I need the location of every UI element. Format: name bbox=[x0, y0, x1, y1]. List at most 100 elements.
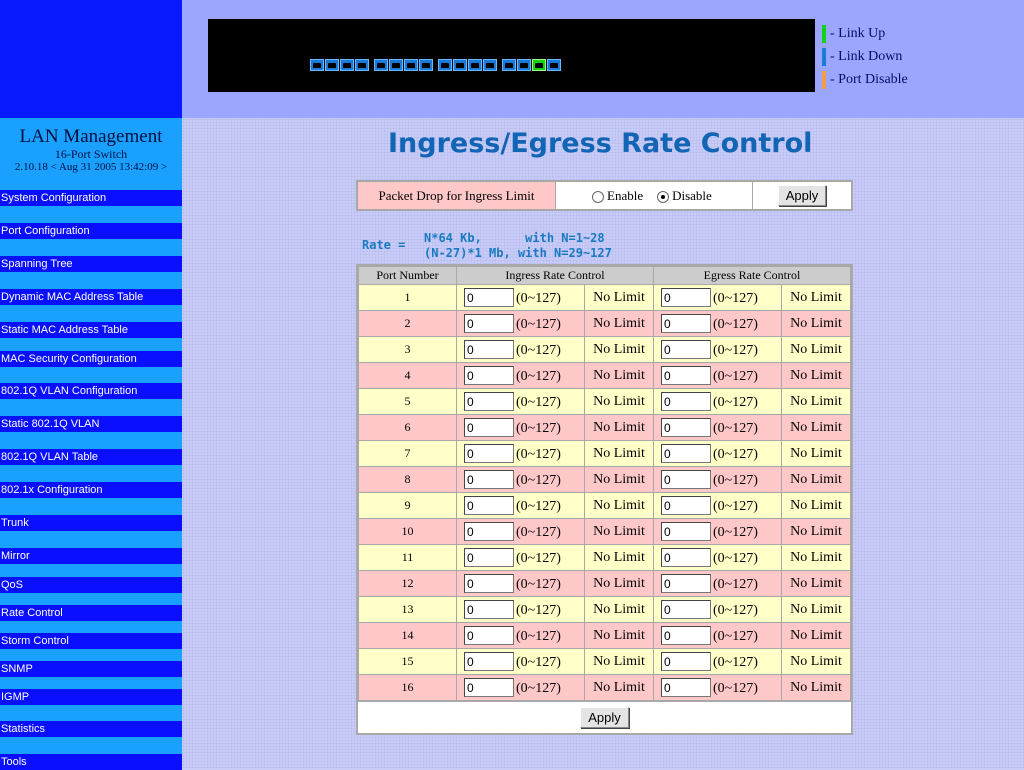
ingress-rate-input[interactable] bbox=[464, 470, 514, 489]
egress-rate-input[interactable] bbox=[661, 418, 711, 437]
egress-rate-input[interactable] bbox=[661, 600, 711, 619]
apply-button[interactable]: Apply bbox=[580, 707, 629, 728]
table-row: 13 (0~127) No Limit (0~127) No Limit bbox=[358, 596, 851, 623]
nav-item-storm-control[interactable]: Storm Control bbox=[0, 633, 182, 649]
nav-item-snmp[interactable]: SNMP bbox=[0, 661, 182, 677]
egress-rate-input[interactable] bbox=[661, 496, 711, 515]
col-ingress-rate: Ingress Rate Control bbox=[456, 266, 654, 285]
port-16-icon[interactable] bbox=[547, 59, 561, 71]
ingress-rate-input[interactable] bbox=[464, 366, 514, 385]
port-socket-shape bbox=[392, 62, 400, 68]
link-up-swatch bbox=[822, 24, 826, 43]
port-4-icon[interactable] bbox=[355, 59, 369, 71]
port-13-icon[interactable] bbox=[502, 59, 516, 71]
port-2-icon[interactable] bbox=[325, 59, 339, 71]
enable-option[interactable]: Enable bbox=[592, 188, 643, 204]
ingress-rate-input[interactable] bbox=[464, 496, 514, 515]
egress-rate-input[interactable] bbox=[661, 340, 711, 359]
egress-input-cell: (0~127) bbox=[653, 336, 782, 363]
port-3-icon[interactable] bbox=[340, 59, 354, 71]
egress-rate-input[interactable] bbox=[661, 626, 711, 645]
port-10-icon[interactable] bbox=[453, 59, 467, 71]
col-egress-rate: Egress Rate Control bbox=[653, 266, 851, 285]
egress-range-hint: (0~127) bbox=[713, 421, 758, 436]
ingress-rate-input[interactable] bbox=[464, 288, 514, 307]
egress-limit-status: No Limit bbox=[781, 388, 851, 415]
egress-range-hint: (0~127) bbox=[713, 447, 758, 462]
ingress-rate-input[interactable] bbox=[464, 678, 514, 697]
egress-limit-status: No Limit bbox=[781, 492, 851, 519]
enable-radio[interactable] bbox=[592, 190, 604, 203]
nav-item-mac-security-configuration[interactable]: MAC Security Configuration bbox=[0, 351, 182, 367]
ingress-limit-status: No Limit bbox=[584, 622, 654, 649]
nav-item-igmp[interactable]: IGMP bbox=[0, 689, 182, 705]
egress-limit-status: No Limit bbox=[781, 518, 851, 545]
egress-rate-input[interactable] bbox=[661, 366, 711, 385]
ingress-rate-input[interactable] bbox=[464, 600, 514, 619]
ingress-range-hint: (0~127) bbox=[516, 291, 561, 306]
port-number-cell: 10 bbox=[358, 518, 457, 545]
logo-area bbox=[0, 0, 182, 118]
nav-item-dynamic-mac-address-table[interactable]: Dynamic MAC Address Table bbox=[0, 289, 182, 305]
egress-rate-input[interactable] bbox=[661, 678, 711, 697]
port-9-icon[interactable] bbox=[438, 59, 452, 71]
egress-range-hint: (0~127) bbox=[713, 577, 758, 592]
egress-rate-input[interactable] bbox=[661, 288, 711, 307]
ingress-rate-input[interactable] bbox=[464, 418, 514, 437]
ingress-rate-input[interactable] bbox=[464, 392, 514, 411]
egress-rate-input[interactable] bbox=[661, 548, 711, 567]
port-1-icon[interactable] bbox=[310, 59, 324, 71]
ingress-rate-input[interactable] bbox=[464, 574, 514, 593]
ingress-limit-status: No Limit bbox=[584, 492, 654, 519]
ingress-rate-input[interactable] bbox=[464, 548, 514, 567]
port-7-icon[interactable] bbox=[404, 59, 418, 71]
nav-item-statistics[interactable]: Statistics bbox=[0, 721, 182, 737]
nav-item-802-1x-configuration[interactable]: 802.1x Configuration bbox=[0, 482, 182, 498]
ingress-rate-input[interactable] bbox=[464, 652, 514, 671]
egress-rate-input[interactable] bbox=[661, 392, 711, 411]
nav-item-802-1q-vlan-table[interactable]: 802.1Q VLAN Table bbox=[0, 449, 182, 465]
packet-drop-apply-button[interactable]: Apply bbox=[777, 185, 827, 206]
nav-item-port-configuration[interactable]: Port Configuration bbox=[0, 223, 182, 239]
nav-item-rate-control[interactable]: Rate Control bbox=[0, 605, 182, 621]
ingress-limit-status: No Limit bbox=[584, 362, 654, 389]
ingress-rate-input[interactable] bbox=[464, 626, 514, 645]
nav-item-spanning-tree[interactable]: Spanning Tree bbox=[0, 256, 182, 272]
nav-item-static-802-1q-vlan[interactable]: Static 802.1Q VLAN bbox=[0, 416, 182, 432]
disable-radio[interactable] bbox=[657, 190, 670, 203]
nav-item-system-configuration[interactable]: System Configuration bbox=[0, 190, 182, 206]
disable-option[interactable]: Disable bbox=[657, 188, 712, 204]
ingress-rate-input[interactable] bbox=[464, 522, 514, 541]
nav-item-static-mac-address-table[interactable]: Static MAC Address Table bbox=[0, 322, 182, 338]
nav-item-802-1q-vlan-configuration[interactable]: 802.1Q VLAN Configuration bbox=[0, 383, 182, 399]
egress-limit-status: No Limit bbox=[781, 466, 851, 493]
egress-rate-input[interactable] bbox=[661, 574, 711, 593]
nav-item-trunk[interactable]: Trunk bbox=[0, 515, 182, 531]
port-12-icon[interactable] bbox=[483, 59, 497, 71]
port-group-4 bbox=[502, 59, 561, 72]
port-6-icon[interactable] bbox=[389, 59, 403, 71]
ingress-rate-input[interactable] bbox=[464, 314, 514, 333]
ingress-input-cell: (0~127) bbox=[456, 570, 585, 597]
port-14-icon[interactable] bbox=[517, 59, 531, 71]
port-number-cell: 11 bbox=[358, 544, 457, 571]
ingress-rate-input[interactable] bbox=[464, 340, 514, 359]
egress-rate-input[interactable] bbox=[661, 522, 711, 541]
table-header-row: Port Number Ingress Rate Control Egress … bbox=[358, 266, 851, 285]
egress-limit-status: No Limit bbox=[781, 284, 851, 311]
egress-rate-input[interactable] bbox=[661, 314, 711, 333]
ingress-rate-input[interactable] bbox=[464, 444, 514, 463]
port-15-icon[interactable] bbox=[532, 59, 546, 71]
egress-rate-input[interactable] bbox=[661, 444, 711, 463]
port-socket-shape bbox=[471, 62, 479, 68]
nav-item-mirror[interactable]: Mirror bbox=[0, 548, 182, 564]
port-5-icon[interactable] bbox=[374, 59, 388, 71]
ingress-input-cell: (0~127) bbox=[456, 336, 585, 363]
port-11-icon[interactable] bbox=[468, 59, 482, 71]
egress-rate-input[interactable] bbox=[661, 470, 711, 489]
egress-limit-status: No Limit bbox=[781, 362, 851, 389]
egress-rate-input[interactable] bbox=[661, 652, 711, 671]
egress-input-cell: (0~127) bbox=[653, 284, 782, 311]
nav-item-qos[interactable]: QoS bbox=[0, 577, 182, 593]
port-8-icon[interactable] bbox=[419, 59, 433, 71]
